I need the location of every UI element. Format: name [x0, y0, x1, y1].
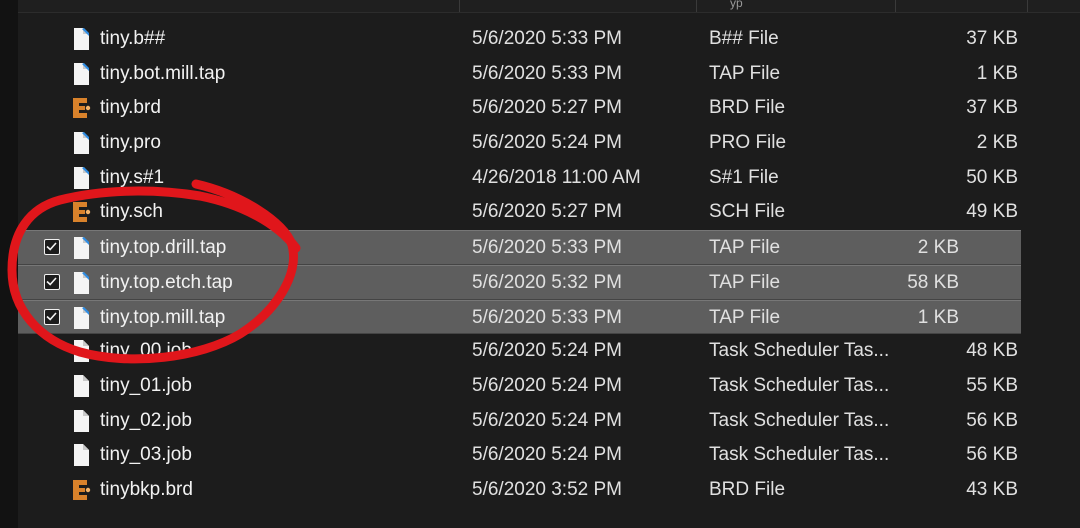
file-size: 2 KB — [917, 237, 959, 259]
column-separator[interactable] — [696, 0, 697, 12]
file-type: Task Scheduler Tas... — [709, 444, 889, 466]
file-row[interactable]: tiny_03.job 5/6/2020 5:24 PM Task Schedule… — [18, 438, 1080, 473]
file-size: 43 KB — [966, 478, 1018, 500]
file-row[interactable]: tiny.top.mill.tap 5/6/2020 5:33 PM TAP Fil… — [18, 299, 1021, 335]
file-type: Task Scheduler Tas... — [709, 409, 889, 431]
document-icon — [70, 306, 92, 330]
file-name: tiny_00.job — [100, 340, 192, 362]
file-type: BRD File — [709, 97, 786, 119]
file-size: 56 KB — [966, 409, 1018, 431]
file-name: tiny_03.job — [100, 444, 192, 466]
file-row[interactable]: tiny.pro 5/6/2020 5:24 PM PRO File 2 KB — [18, 126, 1080, 161]
file-date-modified: 5/6/2020 5:32 PM — [472, 271, 622, 293]
eagle-schematic-icon — [70, 200, 92, 224]
row-checkbox[interactable] — [44, 273, 60, 290]
document-icon — [70, 131, 92, 155]
row-checkbox[interactable] — [44, 308, 60, 325]
file-name: tiny.top.drill.tap — [100, 237, 227, 259]
document-icon — [70, 27, 92, 51]
file-date-modified: 5/6/2020 3:52 PM — [472, 478, 622, 500]
file-date-modified: 5/6/2020 5:24 PM — [472, 444, 622, 466]
file-date-modified: 4/26/2018 11:00 AM — [472, 166, 641, 188]
eagle-board-icon — [70, 478, 92, 502]
file-name: tinybkp.brd — [100, 478, 193, 500]
document-icon — [70, 271, 92, 295]
file-name: tiny.sch — [100, 201, 164, 223]
file-type: B## File — [709, 28, 779, 49]
file-type: TAP File — [709, 306, 781, 328]
file-size: 55 KB — [966, 374, 1018, 396]
file-name: tiny.s#1 — [100, 166, 165, 188]
file-date-modified: 5/6/2020 5:24 PM — [472, 340, 622, 362]
blank-document-icon — [70, 339, 92, 363]
file-date-modified: 5/6/2020 5:27 PM — [472, 97, 622, 119]
file-name: tiny_02.job — [100, 409, 192, 431]
file-date-modified: 5/6/2020 5:27 PM — [472, 201, 622, 223]
file-type: Task Scheduler Tas... — [709, 374, 889, 396]
column-separator[interactable] — [1027, 0, 1028, 12]
file-row[interactable]: tiny.b## 5/6/2020 5:33 PM B## File 37 KB — [18, 22, 1080, 57]
file-row[interactable]: tiny.top.etch.tap 5/6/2020 5:32 PM TAP Fil… — [18, 264, 1021, 300]
file-date-modified: 5/6/2020 5:24 PM — [472, 374, 622, 396]
file-row[interactable]: tiny.bot.mill.tap 5/6/2020 5:33 PM TAP Fil… — [18, 57, 1080, 92]
file-date-modified: 5/6/2020 5:24 PM — [472, 409, 622, 431]
file-row[interactable]: tiny.s#1 4/26/2018 11:00 AM S#1 File 50 KB — [18, 161, 1080, 196]
file-name: tiny.brd — [100, 97, 161, 119]
file-type: TAP File — [709, 62, 781, 84]
file-row[interactable]: tiny_01.job 5/6/2020 5:24 PM Task Schedule… — [18, 369, 1080, 404]
file-date-modified: 5/6/2020 5:24 PM — [472, 132, 622, 154]
file-type: TAP File — [709, 271, 781, 293]
file-row[interactable]: tiny.top.drill.tap 5/6/2020 5:33 PM TAP Fi… — [18, 230, 1021, 265]
file-row[interactable]: tiny.brd 5/6/2020 5:27 PM BRD File 37 KB — [18, 91, 1080, 126]
file-size: 49 KB — [966, 201, 1018, 223]
file-size: 1 KB — [917, 306, 959, 328]
file-type: S#1 File — [709, 166, 779, 188]
blank-document-icon — [70, 374, 92, 398]
file-size: 2 KB — [976, 132, 1018, 154]
blank-document-icon — [70, 409, 92, 433]
navigation-pane-edge — [0, 0, 18, 528]
file-row[interactable]: tinybkp.brd 5/6/2020 3:52 PM BRD File 43 KB — [18, 473, 1080, 508]
file-row[interactable]: tiny.sch 5/6/2020 5:27 PM SCH File 49 KB — [18, 195, 1080, 230]
file-date-modified: 5/6/2020 5:33 PM — [472, 237, 622, 259]
file-row[interactable]: tiny_02.job 5/6/2020 5:24 PM Task Schedule… — [18, 404, 1080, 439]
column-header-bar: yp — [18, 0, 1080, 13]
file-list: tiny.b## 5/6/2020 5:33 PM B## File 37 KB tin… — [18, 22, 1080, 508]
file-size: 37 KB — [966, 28, 1018, 49]
type-column-header[interactable]: yp — [730, 0, 743, 10]
file-size: 37 KB — [966, 97, 1018, 119]
file-name: tiny.bot.mill.tap — [100, 62, 226, 84]
file-size: 50 KB — [966, 166, 1018, 188]
file-type: Task Scheduler Tas... — [709, 340, 889, 362]
column-separator[interactable] — [895, 0, 896, 12]
file-date-modified: 5/6/2020 5:33 PM — [472, 306, 622, 328]
document-icon — [70, 62, 92, 86]
file-name: tiny.top.mill.tap — [100, 306, 226, 328]
file-size: 48 KB — [966, 340, 1018, 362]
file-row[interactable]: tiny_00.job 5/6/2020 5:24 PM Task Schedule… — [18, 334, 1080, 369]
blank-document-icon — [70, 443, 92, 467]
file-type: TAP File — [709, 237, 781, 259]
file-date-modified: 5/6/2020 5:33 PM — [472, 62, 622, 84]
file-name: tiny.b## — [100, 28, 166, 49]
file-size: 56 KB — [966, 444, 1018, 466]
file-name: tiny.pro — [100, 132, 161, 154]
file-date-modified: 5/6/2020 5:33 PM — [472, 28, 622, 49]
file-type: PRO File — [709, 132, 787, 154]
file-name: tiny.top.etch.tap — [100, 271, 233, 293]
file-size: 1 KB — [976, 62, 1018, 84]
document-icon — [70, 236, 92, 260]
eagle-board-icon — [70, 96, 92, 120]
file-name: tiny_01.job — [100, 374, 192, 396]
row-checkbox[interactable] — [44, 239, 60, 256]
file-size: 58 KB — [907, 271, 959, 293]
file-type: SCH File — [709, 201, 786, 223]
document-icon — [70, 166, 92, 190]
file-type: BRD File — [709, 478, 786, 500]
column-separator[interactable] — [459, 0, 460, 12]
